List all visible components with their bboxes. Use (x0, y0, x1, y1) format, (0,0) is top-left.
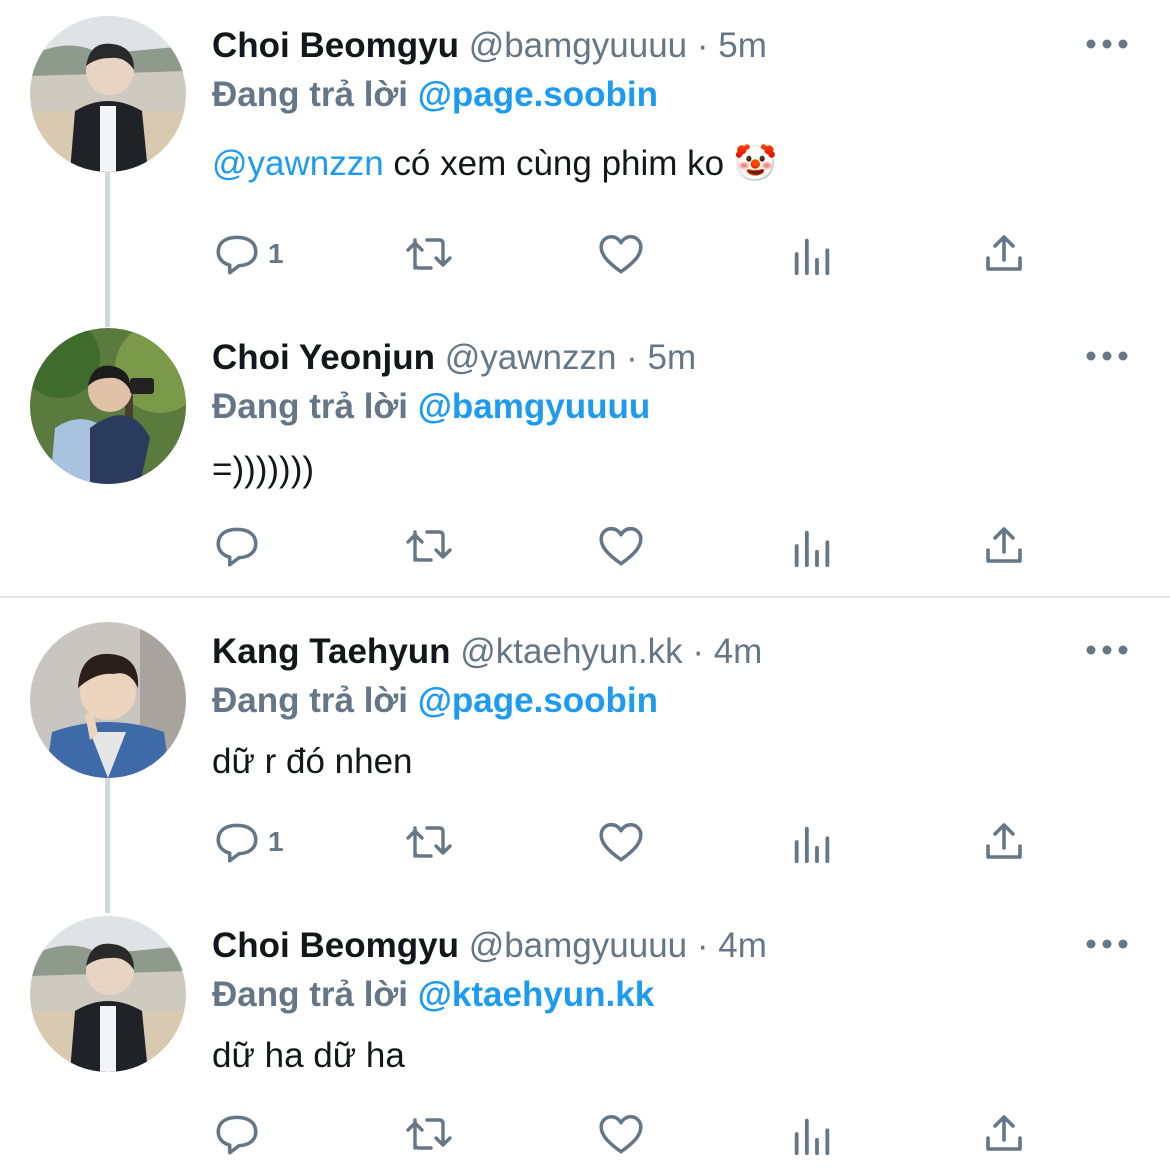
thread-line (105, 778, 110, 913)
author-handle[interactable]: @ktaehyun.kk (460, 632, 682, 671)
share-icon (986, 1115, 1022, 1151)
timestamp[interactable]: 5m (648, 338, 697, 377)
like-button[interactable] (596, 230, 646, 278)
avatar[interactable] (30, 622, 186, 778)
reply-context: Đang trả lời @page.soobin (212, 75, 658, 115)
reply-button[interactable] (212, 1110, 262, 1158)
analytics-icon (794, 238, 830, 276)
more-icon[interactable] (1086, 349, 1128, 363)
retweet-icon (406, 826, 452, 858)
analytics-button[interactable] (789, 524, 835, 572)
text-content: dữ ha dữ ha (212, 1036, 405, 1075)
retweet-button[interactable] (403, 818, 455, 866)
avatar[interactable] (30, 328, 186, 484)
like-icon (599, 1114, 643, 1154)
reply-prefix: Đang trả lời (212, 387, 409, 426)
reply-mention[interactable]: @bamgyuuuu (418, 387, 650, 426)
author-name[interactable]: Kang Taehyun (212, 632, 451, 671)
avatar[interactable] (30, 16, 186, 172)
tweet-text: @yawnzzn có xem cùng phim ko 🤡 (212, 144, 777, 184)
reply-prefix: Đang trả lời (212, 681, 409, 720)
like-button[interactable] (596, 818, 646, 866)
share-icon (986, 527, 1022, 563)
separator: · (696, 26, 709, 65)
analytics-button[interactable] (789, 232, 835, 280)
reply-context: Đang trả lời @bamgyuuuu (212, 387, 650, 427)
author-handle[interactable]: @bamgyuuuu (469, 926, 687, 965)
reply-icon (216, 235, 258, 275)
author-handle[interactable]: @bamgyuuuu (469, 26, 687, 65)
reply-mention[interactable]: @page.soobin (418, 681, 658, 720)
divider (0, 596, 1170, 598)
like-icon (599, 526, 643, 566)
reply-button[interactable] (212, 522, 262, 570)
separator: · (626, 338, 638, 377)
like-icon (599, 234, 643, 274)
reply-icon (216, 823, 258, 863)
analytics-button[interactable] (789, 820, 835, 868)
more-icon[interactable] (1086, 37, 1128, 51)
share-button[interactable] (980, 230, 1028, 278)
timestamp[interactable]: 5m (718, 26, 767, 65)
retweet-icon (406, 530, 452, 562)
timestamp[interactable]: 4m (718, 926, 767, 965)
retweet-icon (406, 1118, 452, 1150)
share-icon (986, 235, 1022, 271)
reply-icon (216, 1115, 258, 1155)
like-button[interactable] (596, 522, 646, 570)
retweet-button[interactable] (403, 230, 455, 278)
author-handle[interactable]: @yawnzzn (445, 338, 617, 377)
reply-mention[interactable]: @ktaehyun.kk (418, 975, 654, 1014)
timestamp[interactable]: 4m (714, 632, 763, 671)
reply-prefix: Đang trả lời (212, 975, 409, 1014)
author-name[interactable]: Choi Yeonjun (212, 338, 435, 377)
author-name[interactable]: Choi Beomgyu (212, 26, 459, 65)
reply-button[interactable]: 1 (212, 818, 284, 866)
tweet-text: =))))))) (212, 450, 314, 490)
analytics-button[interactable] (789, 1112, 835, 1160)
analytics-icon (794, 1118, 830, 1156)
reply-mention[interactable]: @page.soobin (418, 75, 658, 114)
separator: · (696, 926, 709, 965)
text-content: có xem cùng phim ko 🤡 (383, 144, 778, 183)
reply-context: Đang trả lời @page.soobin (212, 681, 658, 721)
thread-line (105, 172, 110, 327)
retweet-button[interactable] (403, 1110, 455, 1158)
share-button[interactable] (980, 818, 1028, 866)
reply-count: 1 (268, 238, 284, 269)
author-name[interactable]: Choi Beomgyu (212, 926, 459, 965)
reply-count: 1 (268, 826, 284, 857)
more-icon[interactable] (1086, 937, 1128, 951)
more-icon[interactable] (1086, 643, 1128, 657)
retweet-button[interactable] (403, 522, 455, 570)
retweet-icon (406, 238, 452, 270)
text-mention[interactable]: @yawnzzn (212, 144, 384, 183)
separator: · (692, 632, 704, 671)
reply-prefix: Đang trả lời (212, 75, 409, 114)
share-button[interactable] (980, 522, 1028, 570)
tweet-text: dữ r đó nhen (212, 742, 413, 782)
avatar[interactable] (30, 916, 186, 1072)
like-button[interactable] (596, 1110, 646, 1158)
reply-context: Đang trả lời @ktaehyun.kk (212, 975, 654, 1015)
like-icon (599, 822, 643, 862)
share-icon (986, 823, 1022, 859)
tweet-text: dữ ha dữ ha (212, 1036, 405, 1076)
reply-button[interactable]: 1 (212, 230, 284, 278)
text-content: dữ r đó nhen (212, 742, 413, 781)
share-button[interactable] (980, 1110, 1028, 1158)
reply-icon (216, 527, 258, 567)
analytics-icon (794, 530, 830, 568)
text-content: =))))))) (212, 450, 315, 489)
analytics-icon (794, 826, 830, 864)
